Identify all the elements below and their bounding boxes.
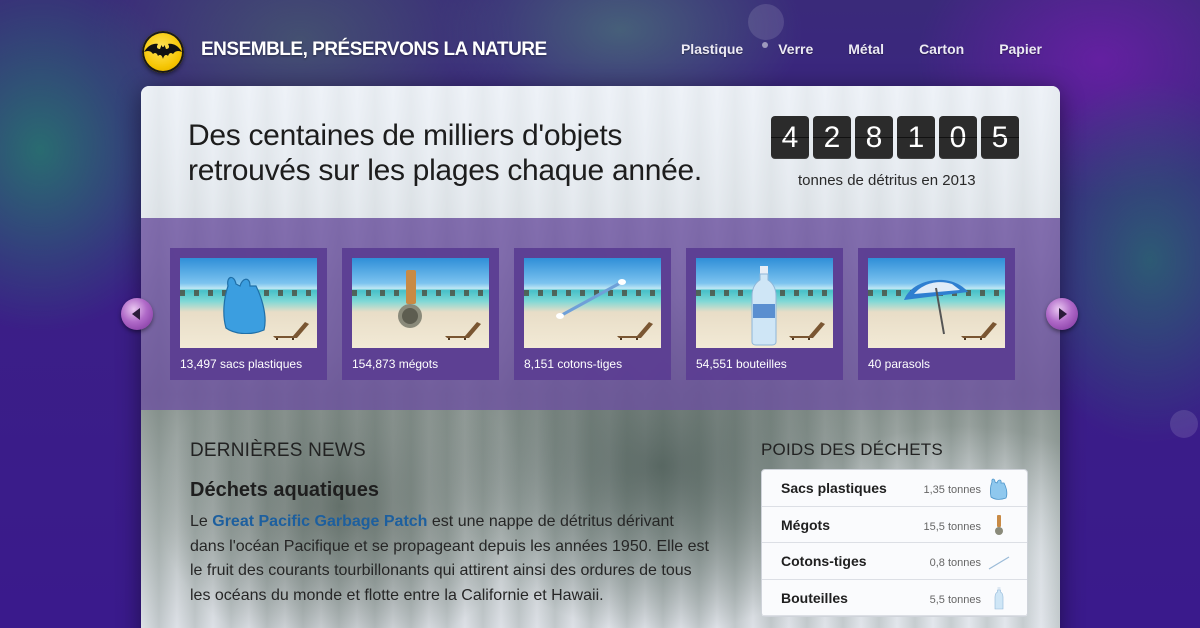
weight-value: 1,35 tonnes — [923, 484, 982, 496]
great-pacific-garbage-patch-link[interactable]: Great Pacific Garbage Patch — [212, 513, 427, 530]
weights-section-title: POIDS DES DÉCHETS — [761, 440, 943, 459]
weights-list: Sacs plastiques 1,35 tonnes Mégots 15,5 … — [761, 469, 1028, 617]
weight-name: Cotons-tiges — [781, 553, 867, 569]
carousel-card-cotons-tiges[interactable]: 8,151 cotons-tiges — [514, 248, 671, 380]
weight-name: Bouteilles — [781, 589, 848, 606]
nav-item-metal[interactable]: Métal — [848, 41, 884, 57]
weight-name: Sacs plastiques — [781, 480, 887, 496]
weight-row-sacs-plastiques[interactable]: Sacs plastiques 1,35 tonnes — [762, 470, 1027, 507]
carousel-caption: 40 parasols — [868, 357, 931, 371]
waste-counter: 4 2 8 1 0 5 — [771, 116, 1019, 159]
beach-thumbnail — [696, 258, 833, 348]
weight-value: 15,5 tonnes — [923, 520, 982, 533]
carousel-card-megots[interactable]: 154,873 mégots — [342, 248, 499, 380]
carousel-caption: 54,551 bouteilles — [696, 357, 787, 371]
news-article-title[interactable]: Déchets aquatiques — [190, 479, 379, 502]
news-article-body: Le Great Pacific Garbage Patch est une n… — [190, 510, 710, 608]
nav-item-plastique[interactable]: Plastique — [681, 41, 743, 57]
weight-row-cotons-tiges[interactable]: Cotons-tiges 0,8 tonnes — [762, 543, 1027, 580]
bottle-icon — [751, 266, 777, 346]
counter-digit: 1 — [897, 116, 935, 159]
plastic-bag-icon — [989, 478, 1008, 500]
carousel: 13,497 sacs plastiques 154,873 mégots 8,… — [141, 218, 1060, 410]
site-title[interactable]: ENSEMBLE, PRÉSERVONS LA NATURE — [201, 39, 547, 61]
carousel-card-sacs-plastiques[interactable]: 13,497 sacs plastiques — [170, 248, 327, 380]
nav-item-papier[interactable]: Papier — [999, 41, 1042, 57]
beach-thumbnail — [352, 258, 489, 348]
carousel-card-bouteilles[interactable]: 54,551 bouteilles — [686, 248, 843, 380]
plastic-bag-icon — [223, 276, 266, 334]
headline-line-2: retrouvés sur les plages chaque année. — [188, 154, 702, 187]
weight-value: 5,5 tonnes — [929, 593, 981, 606]
beach-thumbnail — [524, 258, 661, 348]
weight-name: Mégots — [781, 516, 830, 533]
beach-thumbnail — [180, 258, 317, 348]
parasol-icon — [904, 279, 968, 335]
hero-headline: Des centaines de milliers d'objets retro… — [188, 118, 748, 188]
carousel-card-parasols[interactable]: 40 parasols — [858, 248, 1015, 380]
bottle-icon — [994, 586, 1004, 609]
carousel-next-arrow-icon[interactable] — [1046, 298, 1078, 330]
news-body-prefix: Le — [190, 513, 213, 530]
site-header: ENSEMBLE, PRÉSERVONS LA NATURE Plastique… — [0, 0, 1200, 86]
carousel-caption: 8,151 cotons-tiges — [524, 357, 623, 371]
counter-digit: 5 — [981, 116, 1019, 159]
batman-logo[interactable] — [142, 31, 184, 73]
nav-item-verre[interactable]: Verre — [778, 41, 813, 57]
counter-digit: 4 — [771, 116, 809, 159]
weight-row-megots[interactable]: Mégots 15,5 tonnes — [762, 507, 1027, 543]
main-panel: Des centaines de milliers d'objets retro… — [141, 86, 1060, 628]
cigarette-butt-icon — [398, 270, 422, 328]
counter-label: tonnes de détritus en 2013 — [798, 172, 976, 189]
nav-item-carton[interactable]: Carton — [919, 41, 964, 57]
bokeh-light — [1170, 410, 1198, 438]
cotton-swab-icon — [556, 279, 626, 319]
cigarette-butt-icon — [995, 514, 1003, 535]
news-section-title: DERNIÈRES NEWS — [190, 440, 366, 461]
headline-line-1: Des centaines de milliers d'objets — [188, 119, 623, 152]
counter-digit: 2 — [813, 116, 851, 159]
carousel-prev-arrow-icon[interactable] — [121, 298, 153, 330]
cotton-swab-icon — [988, 556, 1010, 570]
carousel-caption: 13,497 sacs plastiques — [180, 357, 303, 371]
counter-digit: 0 — [939, 116, 977, 159]
counter-digit: 8 — [855, 116, 893, 159]
carousel-caption: 154,873 mégots — [352, 357, 439, 371]
weight-value: 0,8 tonnes — [929, 557, 981, 569]
weight-row-bouteilles[interactable]: Bouteilles 5,5 tonnes — [762, 580, 1027, 616]
beach-thumbnail — [868, 258, 1005, 348]
main-nav: Plastique Verre Métal Carton Papier — [646, 41, 1042, 57]
